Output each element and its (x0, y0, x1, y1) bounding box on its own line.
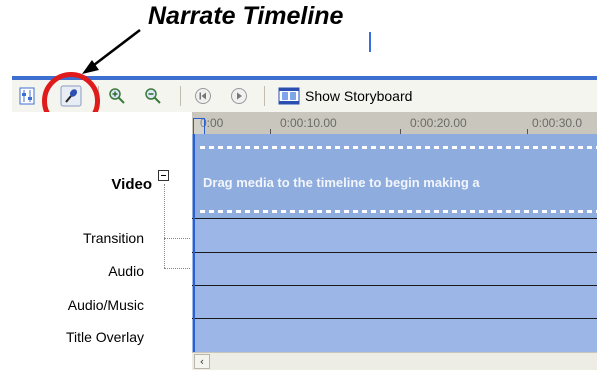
tree-connector (164, 238, 190, 239)
scroll-left-button[interactable]: ‹ (194, 354, 210, 369)
timeline-tracks: Drag media to the timeline to begin maki… (192, 134, 597, 353)
audio-music-track[interactable] (192, 285, 597, 319)
playhead-line (193, 134, 195, 352)
zoom-in-icon (109, 88, 125, 104)
video-track-placeholder: Drag media to the timeline to begin maki… (203, 175, 480, 190)
transition-track[interactable] (192, 218, 597, 253)
ruler-tick-label: 0:00:20.00 (410, 116, 467, 130)
storyboard-icon (278, 87, 300, 105)
tree-connector (164, 268, 190, 269)
title-overlay-track[interactable] (192, 318, 597, 353)
audio-track[interactable] (192, 252, 597, 286)
track-labels-panel: Video Transition Audio Audio/Music Title… (12, 112, 192, 380)
zoom-in-button[interactable] (106, 85, 128, 107)
rewind-button[interactable] (192, 85, 214, 107)
set-audio-levels-icon (19, 87, 35, 105)
play-icon (231, 88, 247, 104)
track-label-video: Video (111, 176, 152, 193)
timeline-ruler[interactable]: 0:00 0:00:10.00 0:00:20.00 0:00:30.0 (192, 112, 597, 135)
toolbar-separator (180, 86, 181, 106)
set-audio-levels-button[interactable] (16, 85, 38, 107)
playhead-handle[interactable] (193, 118, 205, 135)
collapse-video-toggle[interactable] (158, 170, 169, 181)
horizontal-scrollbar[interactable]: ‹ (192, 352, 597, 371)
film-perforation (200, 146, 597, 149)
tree-connector (164, 184, 165, 268)
ruler-tick-label: 0:00:10.00 (280, 116, 337, 130)
zoom-out-icon (145, 88, 161, 104)
show-storyboard-label: Show Storyboard (305, 88, 413, 104)
track-label-audio-music: Audio/Music (67, 297, 144, 313)
film-perforation (200, 210, 597, 213)
show-storyboard-button[interactable]: Show Storyboard (278, 85, 412, 107)
toolbar-separator (264, 86, 265, 106)
zoom-out-button[interactable] (142, 85, 164, 107)
annotation-title: Narrate Timeline (148, 2, 344, 30)
video-track[interactable]: Drag media to the timeline to begin maki… (192, 134, 597, 218)
play-button[interactable] (228, 85, 250, 107)
bottom-edge (12, 370, 597, 380)
track-label-transition: Transition (83, 230, 144, 246)
text-cursor (369, 32, 371, 52)
track-label-title-overlay: Title Overlay (65, 329, 144, 345)
track-label-audio: Audio (108, 263, 144, 279)
ruler-tick-label: 0:00:30.0 (532, 116, 583, 130)
rewind-icon (195, 88, 211, 104)
chevron-left-icon: ‹ (199, 355, 205, 368)
